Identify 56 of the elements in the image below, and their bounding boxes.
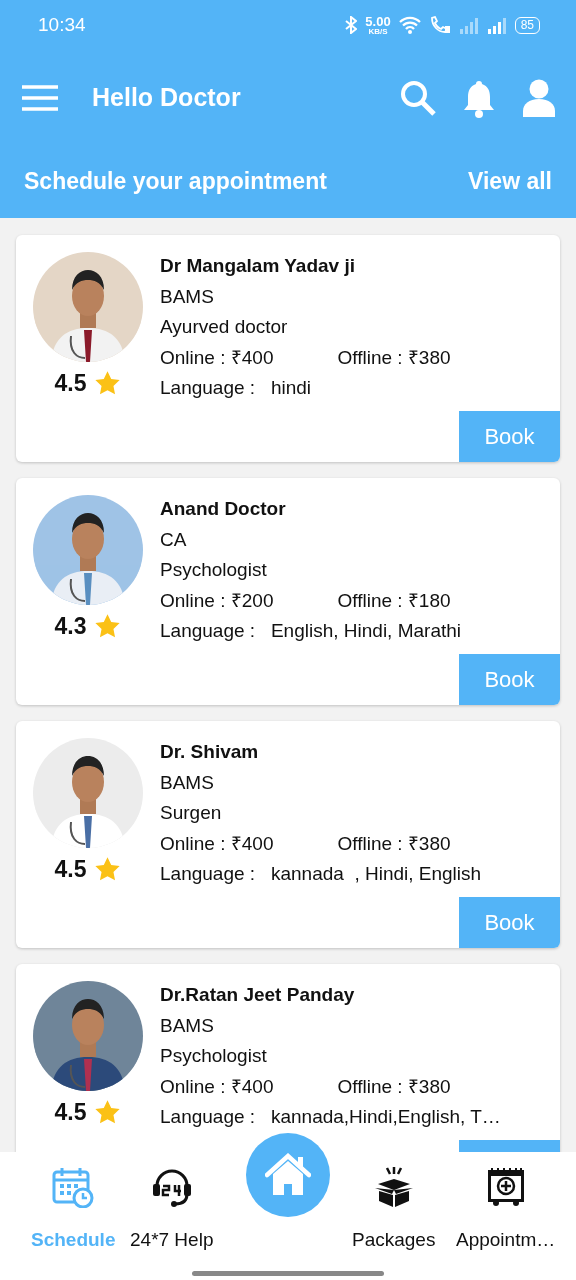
status-time: 10:34	[38, 12, 86, 37]
rating-value: 4.3	[54, 612, 87, 641]
star-icon	[94, 1099, 122, 1126]
star-icon	[94, 613, 122, 640]
view-all-link[interactable]: View all	[468, 164, 552, 199]
user-icon[interactable]	[522, 78, 556, 117]
bluetooth-icon	[345, 16, 358, 34]
section-title: Schedule your appointment	[24, 167, 327, 197]
search-icon[interactable]	[400, 79, 436, 116]
home-icon	[265, 1153, 311, 1197]
star-icon	[94, 856, 122, 883]
offline-fee: Offline : ₹180	[337, 589, 451, 611]
doctor-specialty: Psychologist	[160, 559, 267, 580]
doctor-specialty: Psychologist	[160, 1045, 267, 1066]
doctor-specialty: Ayurved doctor	[160, 316, 288, 337]
online-fee: Online : ₹200	[160, 589, 274, 611]
rating-value: 4.5	[54, 855, 87, 884]
doctor-name: Dr.Ratan Jeet Panday	[160, 984, 355, 1005]
battery-level: 85	[514, 16, 540, 34]
signal-icon	[486, 16, 507, 34]
online-fee: Online : ₹400	[160, 832, 274, 854]
rating-value: 4.5	[54, 369, 87, 398]
doctor-specialty: Surgen	[160, 802, 222, 823]
doctor-languages: Language : English, Hindi, Marathi	[160, 620, 461, 641]
nav-tab[interactable]: Schedule	[31, 1226, 116, 1255]
book-button[interactable]: Book	[459, 897, 560, 948]
offline-fee: Offline : ₹380	[337, 832, 451, 854]
wifi-icon	[398, 16, 421, 34]
doctor-name: Dr Mangalam Yadav ji	[160, 255, 355, 276]
speed-unit: KB/S	[368, 27, 388, 36]
doctor-languages: Language : kannada,Hindi,English, T…	[160, 1106, 501, 1127]
doctor-degree: BAMS	[160, 285, 214, 307]
doctor-degree: BAMS	[160, 1014, 214, 1036]
star-icon	[94, 370, 122, 397]
nav-tab[interactable]: 24*7 Help	[130, 1226, 214, 1255]
offline-fee: Offline : ₹380	[337, 346, 451, 368]
app-title: Hello Doctor	[92, 81, 241, 113]
doctor-degree: BAMS	[160, 771, 214, 793]
doctor-name: Dr. Shivam	[160, 741, 259, 762]
calendar-clock-icon[interactable]	[52, 1166, 95, 1208]
nav-tab[interactable]: Appointm…	[456, 1226, 556, 1255]
book-button[interactable]: Book	[459, 654, 560, 705]
doctor-degree: CA	[160, 528, 187, 550]
online-fee: Online : ₹400	[160, 346, 274, 368]
doctor-languages: Language : hindi	[160, 377, 312, 398]
wifi-call-icon	[428, 16, 451, 34]
signal-icon	[458, 16, 479, 34]
doctor-name: Anand Doctor	[160, 498, 286, 519]
rating-value: 4.5	[54, 1098, 87, 1127]
network-speed: 5.00	[365, 14, 391, 28]
offline-fee: Offline : ₹380	[337, 1075, 451, 1097]
nav-tab[interactable]: Packages	[352, 1226, 436, 1255]
doctor-languages: Language : kannada , Hindi, English	[160, 863, 482, 884]
online-fee: Online : ₹400	[160, 1075, 274, 1097]
menu-icon[interactable]	[22, 84, 58, 111]
book-button[interactable]: Book	[459, 411, 560, 462]
